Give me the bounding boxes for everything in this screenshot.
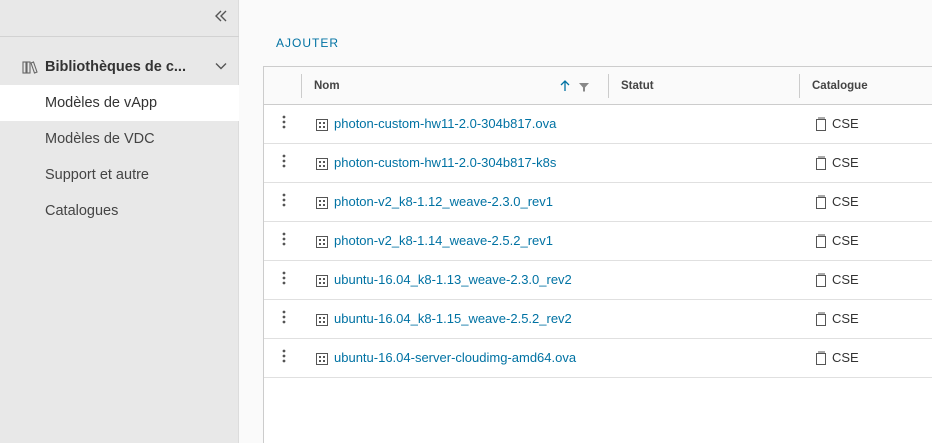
sidebar-item-label: Catalogues xyxy=(45,203,119,219)
template-name-link[interactable]: photon-custom-hw11-2.0-304b817-k8s xyxy=(334,155,556,170)
grid-header: Nom Statut Catalogue xyxy=(264,67,932,105)
table-row[interactable]: ubuntu-16.04_k8-1.15_weave-2.5.2_rev2 CSE xyxy=(264,300,932,339)
collapse-sidebar-icon[interactable] xyxy=(212,9,230,27)
column-header-catalog[interactable]: Catalogue xyxy=(812,67,868,105)
table-row[interactable]: photon-v2_k8-1.14_weave-2.5.2_rev1 CSE xyxy=(264,222,932,261)
chevron-down-icon xyxy=(214,59,228,73)
catalog-icon xyxy=(815,273,827,287)
sidebar: Bibliothèques de c... Modèles de vApp Mo… xyxy=(0,0,239,443)
sidebar-item-label: Modèles de VDC xyxy=(45,131,155,147)
catalog-cell: CSE xyxy=(832,311,859,326)
more-actions-icon[interactable] xyxy=(276,269,292,289)
catalog-icon xyxy=(815,234,827,248)
vapp-template-icon xyxy=(316,352,328,365)
catalog-icon xyxy=(815,312,827,326)
table-row[interactable]: photon-v2_k8-1.12_weave-2.3.0_rev1 CSE xyxy=(264,183,932,222)
template-name-link[interactable]: photon-v2_k8-1.12_weave-2.3.0_rev1 xyxy=(334,194,553,209)
sidebar-group-label: Bibliothèques de c... xyxy=(45,59,186,75)
more-actions-icon[interactable] xyxy=(276,113,292,133)
sidebar-item-label: Modèles de vApp xyxy=(45,95,158,111)
table-row[interactable]: photon-custom-hw11-2.0-304b817-k8s CSE xyxy=(264,144,932,183)
template-name-link[interactable]: ubuntu-16.04-server-cloudimg-amd64.ova xyxy=(334,350,576,365)
catalog-cell: CSE xyxy=(832,233,859,248)
column-separator xyxy=(799,74,800,98)
filter-icon[interactable] xyxy=(578,80,590,92)
catalog-cell: CSE xyxy=(832,350,859,365)
vapp-template-icon xyxy=(316,118,328,131)
catalog-cell: CSE xyxy=(832,194,859,209)
more-actions-icon[interactable] xyxy=(276,152,292,172)
sidebar-item-vapp-templates[interactable]: Modèles de vApp xyxy=(0,85,239,121)
catalog-icon xyxy=(815,117,827,131)
template-name-link[interactable]: ubuntu-16.04_k8-1.15_weave-2.5.2_rev2 xyxy=(334,311,572,326)
table-row[interactable]: ubuntu-16.04-server-cloudimg-amd64.ova CS… xyxy=(264,339,932,378)
add-button[interactable]: AJOUTER xyxy=(276,36,339,50)
template-name-link[interactable]: photon-v2_k8-1.14_weave-2.5.2_rev1 xyxy=(334,233,553,248)
templates-grid: Nom Statut Catalogue photon-custom-hw11-… xyxy=(263,66,932,443)
sidebar-item-catalogs[interactable]: Catalogues xyxy=(0,193,239,229)
catalog-cell: CSE xyxy=(832,272,859,287)
column-separator xyxy=(301,74,302,98)
vapp-template-icon xyxy=(316,157,328,170)
table-row[interactable]: ubuntu-16.04_k8-1.13_weave-2.3.0_rev2 CSE xyxy=(264,261,932,300)
column-header-name[interactable]: Nom xyxy=(314,67,340,105)
more-actions-icon[interactable] xyxy=(276,191,292,211)
table-row[interactable]: photon-custom-hw11-2.0-304b817.ova CSE xyxy=(264,105,932,144)
column-separator xyxy=(608,74,609,98)
sort-ascending-icon[interactable] xyxy=(558,79,572,93)
vapp-template-icon xyxy=(316,274,328,287)
catalog-cell: CSE xyxy=(832,155,859,170)
catalog-cell: CSE xyxy=(832,116,859,131)
sidebar-item-media[interactable]: Support et autre xyxy=(0,157,239,193)
column-header-status[interactable]: Statut xyxy=(621,67,654,105)
template-name-link[interactable]: photon-custom-hw11-2.0-304b817.ova xyxy=(334,116,556,131)
vapp-template-icon xyxy=(316,235,328,248)
catalog-icon xyxy=(815,351,827,365)
sidebar-group-libraries[interactable]: Bibliothèques de c... xyxy=(0,49,239,85)
more-actions-icon[interactable] xyxy=(276,308,292,328)
template-name-link[interactable]: ubuntu-16.04_k8-1.13_weave-2.3.0_rev2 xyxy=(334,272,572,287)
sidebar-item-label: Support et autre xyxy=(45,167,149,183)
more-actions-icon[interactable] xyxy=(276,347,292,367)
vapp-template-icon xyxy=(316,313,328,326)
catalog-icon xyxy=(815,195,827,209)
sidebar-item-vdc-templates[interactable]: Modèles de VDC xyxy=(0,121,239,157)
library-icon xyxy=(22,59,38,75)
vapp-template-icon xyxy=(316,196,328,209)
catalog-icon xyxy=(815,156,827,170)
sidebar-divider xyxy=(0,36,239,37)
more-actions-icon[interactable] xyxy=(276,230,292,250)
app: Bibliothèques de c... Modèles de vApp Mo… xyxy=(0,0,932,443)
